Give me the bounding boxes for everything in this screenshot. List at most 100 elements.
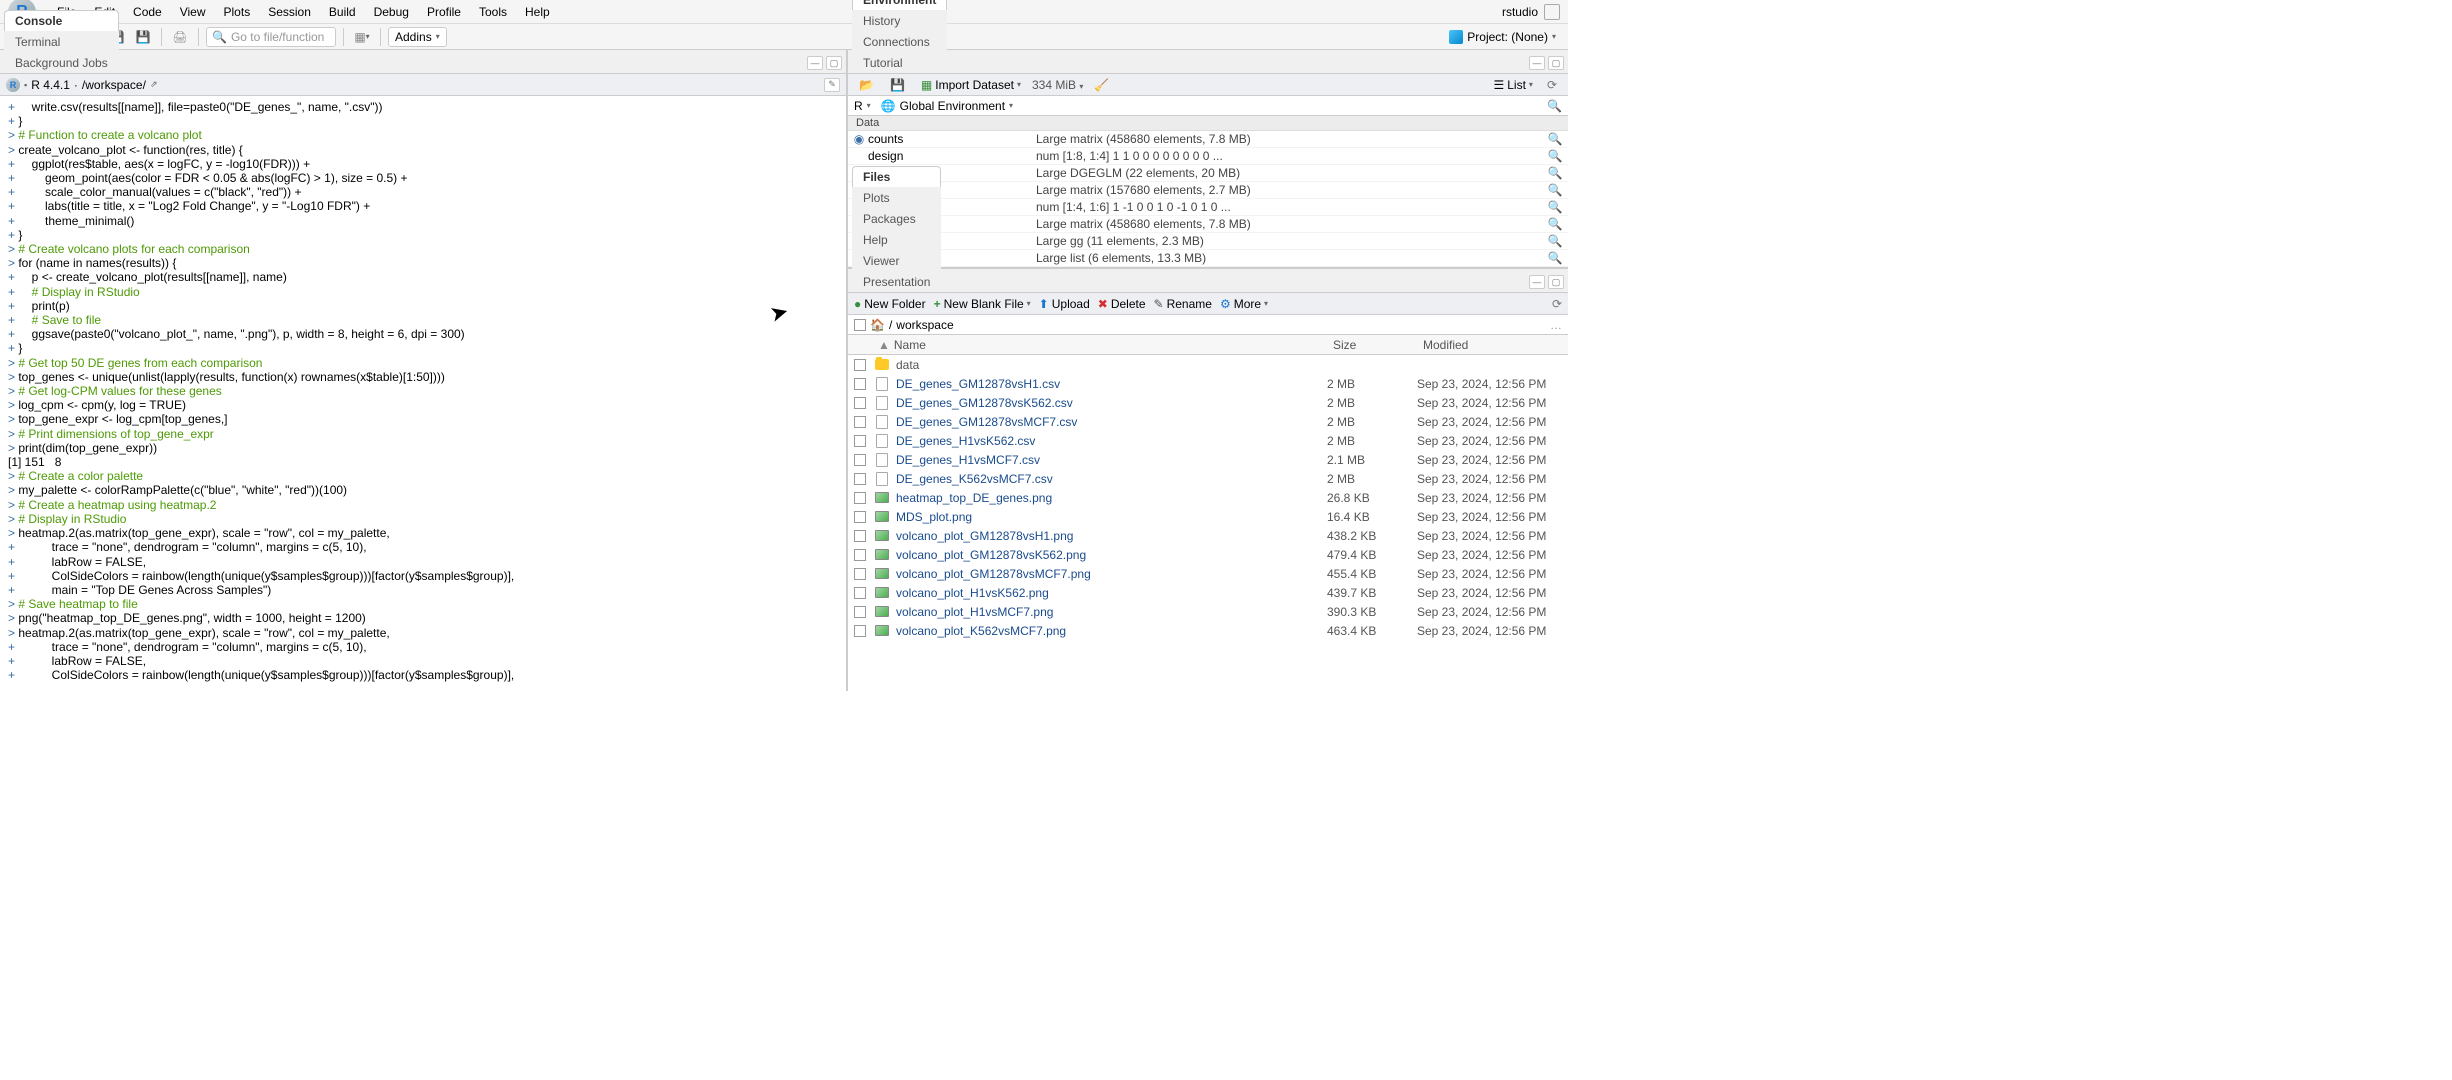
menu-profile[interactable]: Profile	[418, 2, 470, 22]
tab-environment[interactable]: Environment	[852, 0, 947, 10]
pane-minimize-icon[interactable]: —	[1529, 56, 1545, 70]
file-checkbox[interactable]	[854, 454, 866, 466]
inspect-icon[interactable]: 🔍	[1546, 183, 1564, 197]
console-output[interactable]: + write.csv(results[[name]], file=paste0…	[0, 96, 846, 691]
pane-maximize-icon[interactable]: ▢	[1548, 275, 1564, 289]
inspect-icon[interactable]: 🔍	[1546, 217, 1564, 231]
file-row[interactable]: DE_genes_K562vsMCF7.csv2 MBSep 23, 2024,…	[848, 469, 1568, 488]
file-checkbox[interactable]	[854, 587, 866, 599]
env-var-p[interactable]: ◉pLarge gg (11 elements, 2.3 MB)🔍	[848, 233, 1568, 250]
print-button[interactable]: 🖨	[169, 27, 191, 47]
col-size[interactable]: Size	[1333, 338, 1423, 352]
path-chevron-icon[interactable]: ⇗	[150, 79, 158, 90]
tab-history[interactable]: History	[852, 10, 947, 31]
load-workspace-button[interactable]: 📂	[854, 76, 879, 94]
inspect-icon[interactable]: 🔍	[1546, 200, 1564, 214]
menu-help[interactable]: Help	[516, 2, 559, 22]
working-directory[interactable]: /workspace/	[82, 78, 146, 92]
expand-icon[interactable]: ◉	[852, 132, 866, 146]
tools-grid-button[interactable]: ▦▾	[351, 27, 373, 47]
refresh-files-button[interactable]: ⟳	[1552, 297, 1562, 311]
crumb-root[interactable]: /	[889, 318, 892, 332]
tab-connections[interactable]: Connections	[852, 31, 947, 52]
file-checkbox[interactable]	[854, 378, 866, 390]
file-checkbox[interactable]	[854, 359, 866, 371]
menu-debug[interactable]: Debug	[365, 2, 418, 22]
tab-console[interactable]: Console	[4, 10, 119, 31]
file-row[interactable]: DE_genes_GM12878vsMCF7.csv2 MBSep 23, 20…	[848, 412, 1568, 431]
file-checkbox[interactable]	[854, 473, 866, 485]
file-name[interactable]: volcano_plot_K562vsMCF7.png	[896, 624, 1327, 638]
file-checkbox[interactable]	[854, 511, 866, 523]
file-name[interactable]: MDS_plot.png	[896, 510, 1327, 524]
file-checkbox[interactable]	[854, 625, 866, 637]
file-row[interactable]: volcano_plot_GM12878vsMCF7.png455.4 KBSe…	[848, 564, 1568, 583]
file-name[interactable]: volcano_plot_H1vsMCF7.png	[896, 605, 1327, 619]
env-var-results[interactable]: ◉resultsLarge list (6 elements, 13.3 MB)…	[848, 250, 1568, 267]
env-var-fit[interactable]: ◉fitLarge DGEGLM (22 elements, 20 MB)🔍	[848, 165, 1568, 182]
pane-maximize-icon[interactable]: ▢	[826, 56, 842, 70]
crumb-folder[interactable]: workspace	[896, 318, 953, 332]
save-all-button[interactable]: 💾	[132, 27, 154, 47]
more-button[interactable]: ⚙More▾	[1220, 297, 1268, 311]
file-name[interactable]: DE_genes_H1vsK562.csv	[896, 434, 1327, 448]
col-modified[interactable]: Modified	[1423, 338, 1568, 352]
file-row[interactable]: volcano_plot_H1vsMCF7.png390.3 KBSep 23,…	[848, 602, 1568, 621]
file-name[interactable]: data	[896, 358, 1327, 372]
project-menu[interactable]: Project: (None) ▾	[1443, 30, 1562, 44]
menu-view[interactable]: View	[171, 2, 215, 22]
file-row[interactable]: DE_genes_GM12878vsK562.csv2 MBSep 23, 20…	[848, 393, 1568, 412]
addins-menu[interactable]: Addins ▾	[388, 27, 447, 47]
file-checkbox[interactable]	[854, 530, 866, 542]
file-name[interactable]: heatmap_top_DE_genes.png	[896, 491, 1327, 505]
env-var-log_cpm[interactable]: ◉log_cpmLarge matrix (157680 elements, 2…	[848, 182, 1568, 199]
file-row[interactable]: MDS_plot.png16.4 KBSep 23, 2024, 12:56 P…	[848, 507, 1568, 526]
file-row[interactable]: DE_genes_H1vsK562.csv2 MBSep 23, 2024, 1…	[848, 431, 1568, 450]
pane-minimize-icon[interactable]: —	[807, 56, 823, 70]
file-row[interactable]: volcano_plot_H1vsK562.png439.7 KBSep 23,…	[848, 583, 1568, 602]
file-row[interactable]: volcano_plot_K562vsMCF7.png463.4 KBSep 2…	[848, 621, 1568, 640]
tab-files[interactable]: Files	[852, 166, 941, 187]
menu-tools[interactable]: Tools	[470, 2, 516, 22]
rename-button[interactable]: ✎Rename	[1154, 297, 1212, 311]
goto-file-input[interactable]: 🔍 Go to file/function	[206, 27, 336, 47]
pane-maximize-icon[interactable]: ▢	[1548, 56, 1564, 70]
clear-environment-button[interactable]: 🧹	[1089, 76, 1114, 94]
file-checkbox[interactable]	[854, 568, 866, 580]
env-var-mycpm[interactable]: ◉mycpmLarge matrix (458680 elements, 7.8…	[848, 216, 1568, 233]
tab-packages[interactable]: Packages	[852, 208, 941, 229]
memory-usage[interactable]: 334 MiB	[1032, 78, 1076, 92]
inspect-icon[interactable]: 🔍	[1546, 132, 1564, 146]
tab-plots[interactable]: Plots	[852, 187, 941, 208]
tab-tutorial[interactable]: Tutorial	[852, 52, 947, 73]
file-name[interactable]: volcano_plot_H1vsK562.png	[896, 586, 1327, 600]
file-checkbox[interactable]	[854, 416, 866, 428]
tab-viewer[interactable]: Viewer	[852, 250, 941, 271]
tab-presentation[interactable]: Presentation	[852, 271, 941, 292]
delete-button[interactable]: ✖Delete	[1098, 297, 1146, 311]
scope-selector[interactable]: Global Environment	[900, 99, 1005, 113]
file-checkbox[interactable]	[854, 435, 866, 447]
file-name[interactable]: volcano_plot_GM12878vsMCF7.png	[896, 567, 1327, 581]
tab-help[interactable]: Help	[852, 229, 941, 250]
env-var-my.contrasts[interactable]: my.contrastsnum [1:4, 1:6] 1 -1 0 0 1 0 …	[848, 199, 1568, 216]
inspect-icon[interactable]: 🔍	[1546, 251, 1564, 265]
env-var-counts[interactable]: ◉countsLarge matrix (458680 elements, 7.…	[848, 131, 1568, 148]
tab-terminal[interactable]: Terminal	[4, 31, 119, 52]
file-row[interactable]: volcano_plot_GM12878vsH1.png438.2 KBSep …	[848, 526, 1568, 545]
file-name[interactable]: volcano_plot_GM12878vsH1.png	[896, 529, 1327, 543]
file-row[interactable]: DE_genes_H1vsMCF7.csv2.1 MBSep 23, 2024,…	[848, 450, 1568, 469]
file-name[interactable]: DE_genes_GM12878vsK562.csv	[896, 396, 1327, 410]
inspect-icon[interactable]: 🔍	[1546, 234, 1564, 248]
inspect-icon[interactable]: 🔍	[1546, 149, 1564, 163]
file-row[interactable]: heatmap_top_DE_genes.png26.8 KBSep 23, 2…	[848, 488, 1568, 507]
refresh-environment-button[interactable]: ⟳	[1542, 76, 1562, 94]
env-var-design[interactable]: designnum [1:8, 1:4] 1 1 0 0 0 0 0 0 0 0…	[848, 148, 1568, 165]
file-checkbox[interactable]	[854, 606, 866, 618]
save-workspace-button[interactable]: 💾	[885, 76, 910, 94]
language-selector[interactable]: R	[854, 99, 863, 113]
file-row[interactable]: DE_genes_GM12878vsH1.csv2 MBSep 23, 2024…	[848, 374, 1568, 393]
view-mode-button[interactable]: ☰ List ▾	[1488, 76, 1537, 94]
pane-minimize-icon[interactable]: —	[1529, 275, 1545, 289]
new-blank-file-button[interactable]: +New Blank File▾	[934, 297, 1031, 311]
